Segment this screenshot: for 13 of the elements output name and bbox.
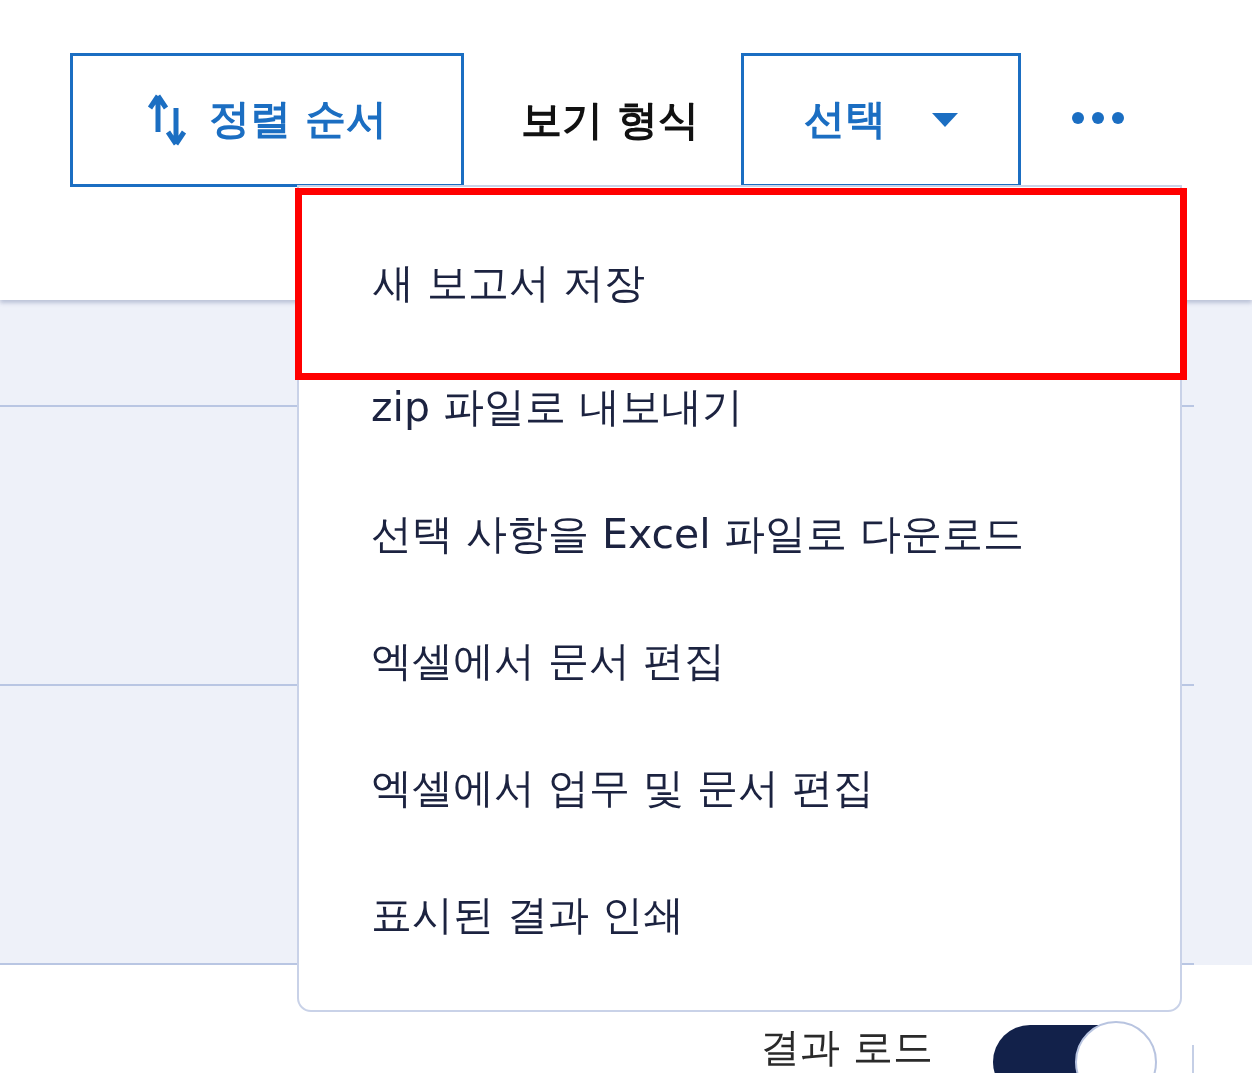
menu-item[interactable]: 선택 사항을 Excel 파일로 다운로드	[299, 507, 1180, 563]
menu-item[interactable]: 표시된 결과 인쇄	[299, 888, 1180, 944]
menu-item[interactable]: 엑셀에서 문서 편집	[299, 634, 1180, 690]
sort-icon	[146, 92, 187, 148]
select-dropdown-button[interactable]: 선택	[741, 53, 1022, 187]
menu-item[interactable]: 새 보고서 저장	[295, 188, 1187, 380]
load-results-label: 결과 로드	[760, 1025, 933, 1069]
menu-item[interactable]: zip 파일로 내보내기	[299, 380, 1180, 436]
sort-button[interactable]: 정렬 순서	[70, 53, 464, 187]
caret-icon	[932, 113, 959, 127]
menu-item[interactable]: 엑셀에서 업무 및 문서 편집	[299, 761, 1180, 817]
view-label: 보기 형식	[521, 95, 700, 146]
more-icon[interactable]	[1071, 111, 1126, 125]
